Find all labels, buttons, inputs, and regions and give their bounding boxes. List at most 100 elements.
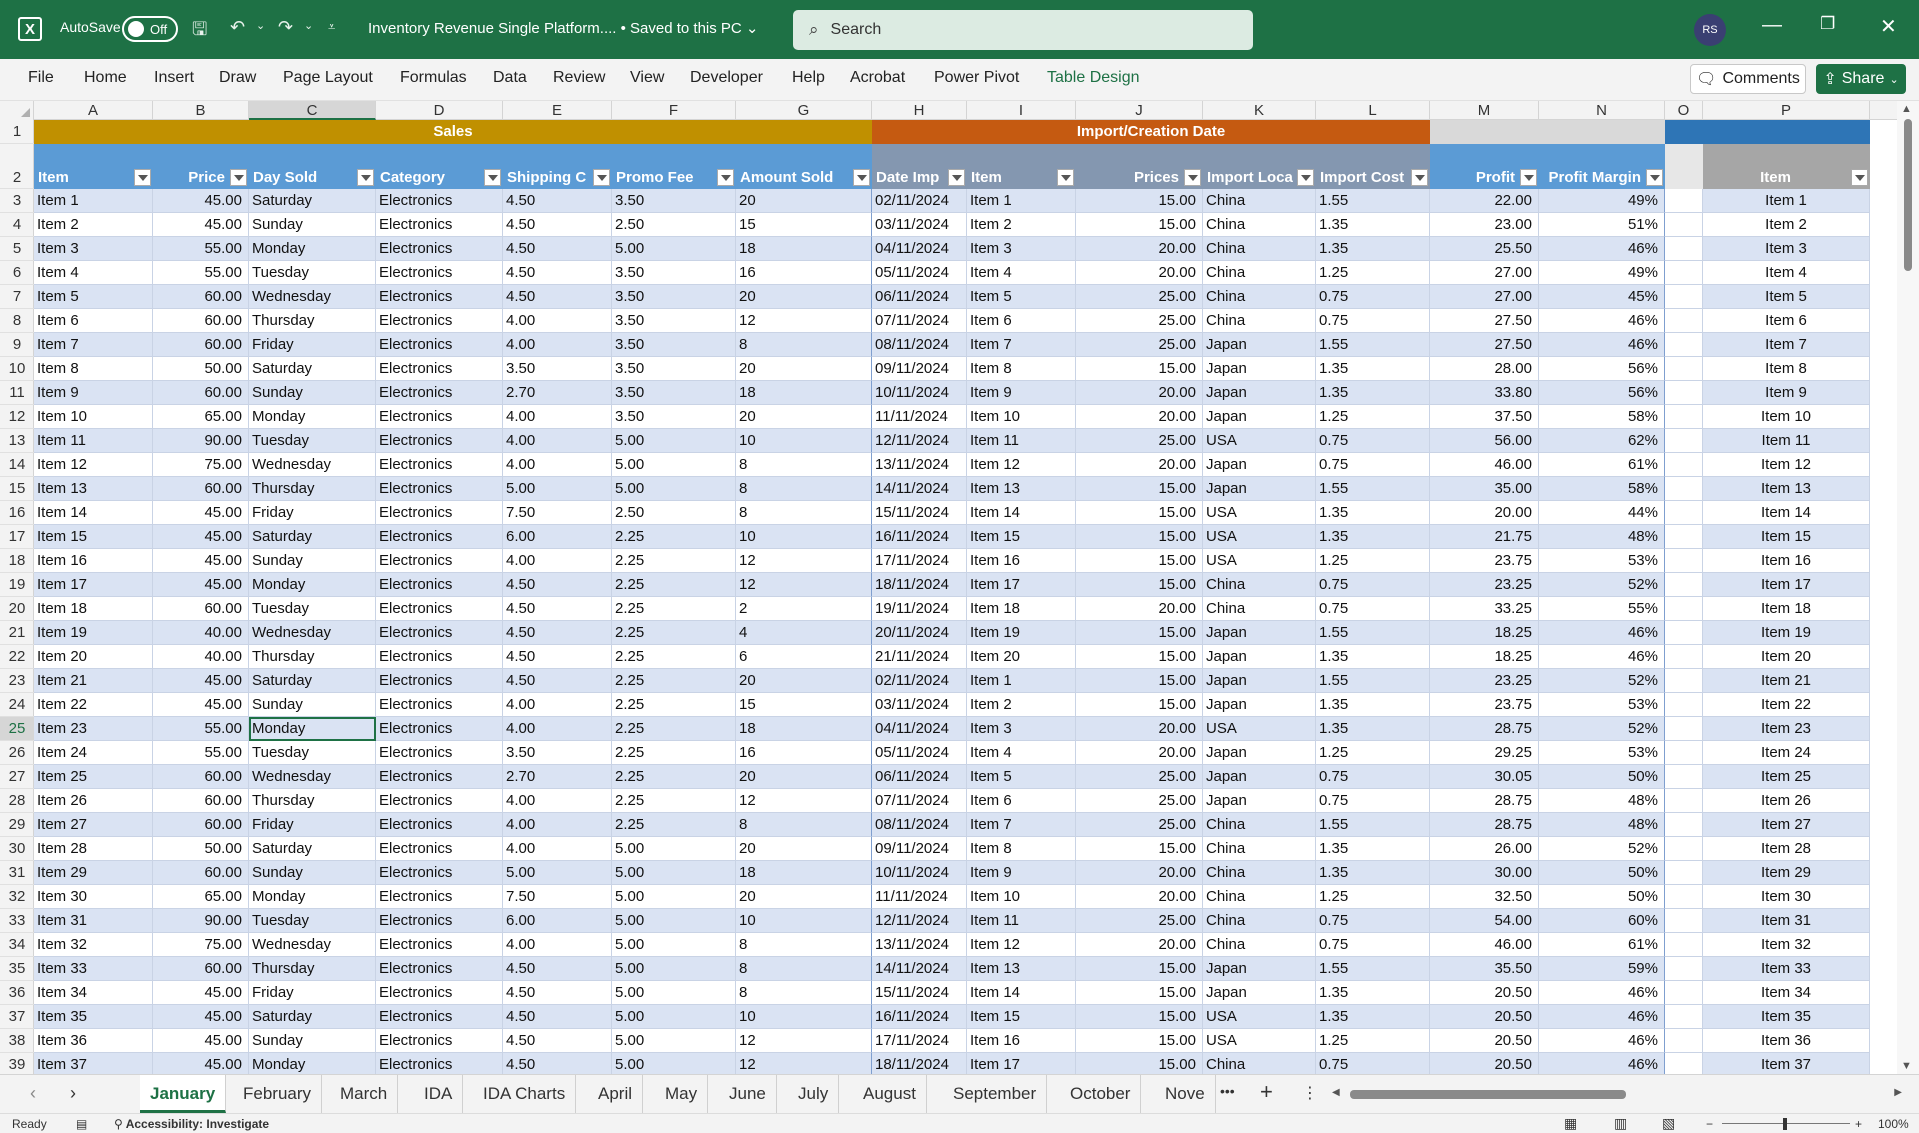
cell[interactable]: Monday (249, 405, 376, 429)
column-header[interactable]: L (1316, 101, 1430, 120)
cell[interactable]: Electronics (376, 813, 503, 837)
cell[interactable]: Item 4 (1703, 261, 1870, 285)
cell[interactable]: Japan (1203, 645, 1316, 669)
cell[interactable]: 4.00 (503, 693, 612, 717)
cell[interactable]: 02/11/2024 (872, 189, 967, 213)
tab-power-pivot[interactable]: Power Pivot (934, 69, 1019, 87)
cell[interactable]: 3.50 (612, 333, 736, 357)
sheet-tab-ida-charts[interactable]: IDA Charts (473, 1075, 577, 1113)
cell[interactable]: Electronics (376, 333, 503, 357)
cell[interactable]: 4.50 (503, 213, 612, 237)
cell[interactable]: 15.00 (1076, 957, 1203, 981)
cell[interactable]: 65.00 (153, 885, 249, 909)
cell[interactable]: 33.80 (1430, 381, 1539, 405)
cell[interactable]: 75.00 (153, 453, 249, 477)
cell[interactable]: 10/11/2024 (872, 861, 967, 885)
cell[interactable]: 4.50 (503, 957, 612, 981)
cell[interactable] (1665, 453, 1703, 477)
cell[interactable]: Item 2 (1703, 213, 1870, 237)
cell[interactable]: China (1203, 573, 1316, 597)
cell[interactable] (1665, 213, 1703, 237)
column-header[interactable]: C (249, 101, 376, 120)
sheet-tab-june[interactable]: June (719, 1075, 777, 1113)
cell[interactable]: 2.25 (612, 693, 736, 717)
cell[interactable]: 10 (736, 525, 872, 549)
row-header[interactable]: 13 (0, 429, 34, 453)
cell[interactable]: Item 32 (34, 933, 153, 957)
cell[interactable]: 3.50 (503, 741, 612, 765)
row-header[interactable]: 8 (0, 309, 34, 333)
cell[interactable]: 11/11/2024 (872, 405, 967, 429)
cell[interactable]: Item 1 (967, 669, 1076, 693)
cell[interactable]: 06/11/2024 (872, 765, 967, 789)
cell[interactable] (1665, 1053, 1703, 1074)
cell[interactable]: 20.00 (1076, 741, 1203, 765)
cell[interactable] (1665, 381, 1703, 405)
cell[interactable]: Item 4 (967, 741, 1076, 765)
cell[interactable]: Thursday (249, 645, 376, 669)
cell[interactable]: Item 5 (1703, 285, 1870, 309)
save-icon[interactable]: 🖫 (192, 17, 207, 47)
tab-home[interactable]: Home (84, 69, 127, 87)
cell[interactable]: 8 (736, 333, 872, 357)
cell[interactable]: Item 10 (967, 405, 1076, 429)
cell[interactable]: Item 3 (34, 237, 153, 261)
cell[interactable] (1665, 1029, 1703, 1053)
cell[interactable]: 15 (736, 693, 872, 717)
cell[interactable]: 53% (1539, 693, 1665, 717)
cell[interactable] (1665, 237, 1703, 261)
cell[interactable]: Electronics (376, 1029, 503, 1053)
cell[interactable]: 0.75 (1316, 309, 1430, 333)
cell[interactable]: 12 (736, 549, 872, 573)
cell[interactable]: 13/11/2024 (872, 453, 967, 477)
cell[interactable]: Thursday (249, 957, 376, 981)
cell[interactable]: 60.00 (153, 309, 249, 333)
cell[interactable]: 15.00 (1076, 693, 1203, 717)
cell[interactable]: Item 9 (967, 381, 1076, 405)
cell[interactable]: 60.00 (153, 957, 249, 981)
row-header[interactable]: 17 (0, 525, 34, 549)
cell[interactable]: 1.35 (1316, 837, 1430, 861)
macro-record-icon[interactable]: ▤ (76, 1117, 87, 1131)
cell[interactable]: 4.00 (503, 717, 612, 741)
sheet-options-icon[interactable]: ⋮ (1302, 1083, 1318, 1103)
cell[interactable]: 2.25 (612, 525, 736, 549)
cell[interactable]: USA (1203, 717, 1316, 741)
cell[interactable]: Item 2 (967, 693, 1076, 717)
cell[interactable]: Japan (1203, 357, 1316, 381)
cell[interactable] (1665, 597, 1703, 621)
cell[interactable]: 4.00 (503, 453, 612, 477)
cell[interactable] (1665, 861, 1703, 885)
column-header[interactable]: D (376, 101, 503, 120)
cell[interactable]: 15.00 (1076, 189, 1203, 213)
cell[interactable]: 1.25 (1316, 1029, 1430, 1053)
tab-file[interactable]: File (28, 69, 54, 87)
cell[interactable]: Friday (249, 981, 376, 1005)
cell[interactable]: Item 16 (1703, 549, 1870, 573)
cell[interactable]: Saturday (249, 525, 376, 549)
cell[interactable]: 1.55 (1316, 813, 1430, 837)
sheet-tab-october[interactable]: October (1060, 1075, 1142, 1113)
cell[interactable]: Japan (1203, 741, 1316, 765)
cell[interactable]: 7.50 (503, 885, 612, 909)
cell[interactable]: Item 24 (34, 741, 153, 765)
column-header[interactable]: P (1703, 101, 1870, 120)
cell[interactable]: 46.00 (1430, 933, 1539, 957)
cell[interactable]: 20.00 (1076, 597, 1203, 621)
sheet-tab-august[interactable]: August (853, 1075, 927, 1113)
sheet-tab-april[interactable]: April (588, 1075, 644, 1113)
row-header[interactable]: 9 (0, 333, 34, 357)
cell[interactable]: 1.25 (1316, 261, 1430, 285)
cell[interactable]: 50% (1539, 765, 1665, 789)
cell[interactable]: 48% (1539, 525, 1665, 549)
cell[interactable] (1665, 645, 1703, 669)
cell[interactable]: Electronics (376, 861, 503, 885)
row-header[interactable]: 12 (0, 405, 34, 429)
cell[interactable]: 50.00 (153, 357, 249, 381)
cell[interactable]: 60.00 (153, 477, 249, 501)
scroll-up-icon[interactable]: ▲ (1901, 103, 1912, 115)
cell[interactable]: 2 (736, 597, 872, 621)
cell[interactable]: 12 (736, 1029, 872, 1053)
zoom-out-icon[interactable]: − (1706, 1117, 1713, 1131)
cell[interactable]: 60.00 (153, 285, 249, 309)
